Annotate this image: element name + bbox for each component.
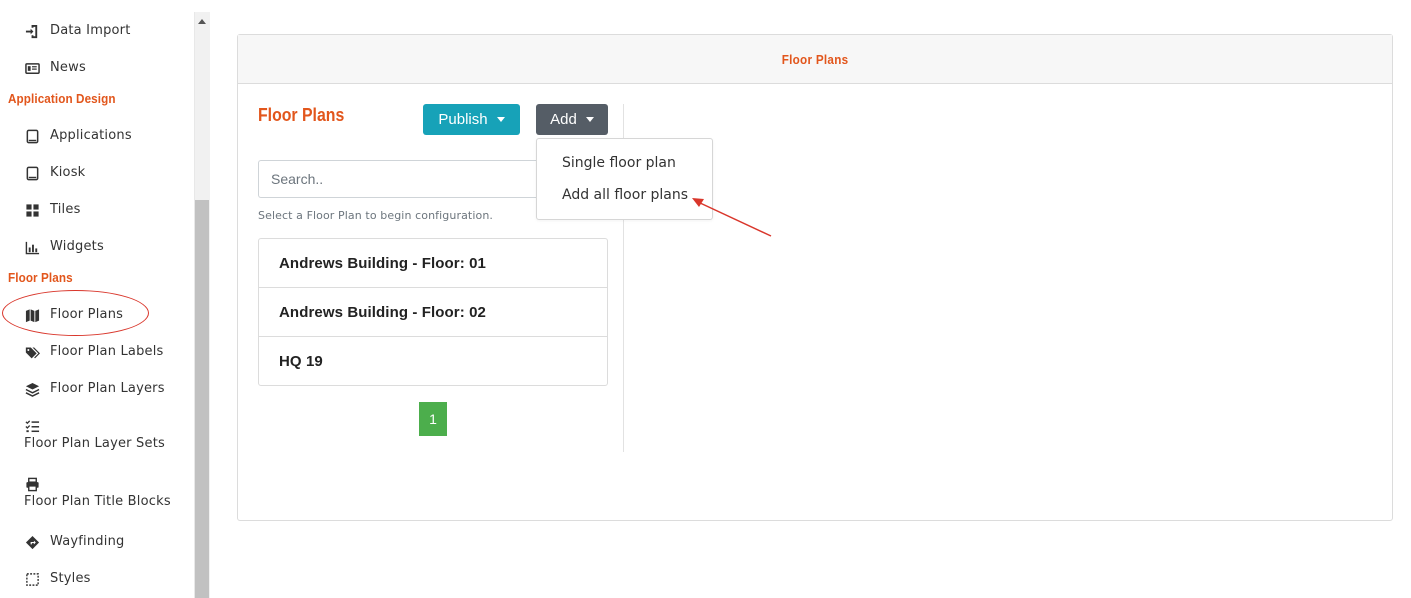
panel-title: Floor Plans (781, 51, 849, 67)
sidebar-item-applications[interactable]: Applications (24, 128, 132, 143)
floor-plan-list: Andrews Building - Floor: 01 Andrews Bui… (258, 238, 608, 386)
sidebar-item-kiosk[interactable]: Kiosk (24, 165, 85, 180)
pagination-page-1[interactable]: 1 (419, 402, 447, 436)
list-check-icon (24, 419, 40, 433)
sidebar-item-news[interactable]: News (24, 60, 86, 75)
publish-button[interactable]: Publish (423, 104, 520, 135)
sidebar-item-widgets[interactable]: Widgets (24, 239, 104, 254)
file-import-icon (24, 24, 40, 38)
caret-down-icon (585, 117, 594, 122)
sidebar: Data Import News Application Design Appl… (0, 0, 194, 598)
selection-hint: Select a Floor Plan to begin configurati… (258, 209, 493, 222)
sidebar-item-styles[interactable]: Styles (24, 571, 91, 586)
add-button-label: Add (550, 111, 577, 128)
grid-icon (24, 203, 40, 217)
sidebar-item-floor-plans[interactable]: Floor Plans (24, 307, 123, 322)
sidebar-item-floor-plan-layers[interactable]: Floor Plan Layers (24, 381, 165, 397)
scroll-up-arrow-icon[interactable] (194, 12, 210, 30)
print-icon (24, 477, 40, 491)
sidebar-item-floor-plan-labels[interactable]: Floor Plan Labels (24, 344, 164, 359)
tablet-icon (24, 129, 40, 143)
section-application-design: Application Design (8, 91, 116, 106)
publish-button-label: Publish (438, 111, 488, 128)
caret-down-icon (496, 117, 505, 122)
panel-header: Floor Plans (238, 35, 1392, 84)
add-button[interactable]: Add (536, 104, 608, 135)
search-input[interactable] (258, 160, 548, 198)
sidebar-item-floor-plan-layer-sets[interactable]: Floor Plan Layer Sets (24, 415, 184, 454)
sidebar-item-wayfinding[interactable]: Wayfinding (24, 534, 124, 549)
section-floor-plans: Floor Plans (8, 270, 73, 285)
scrollbar-thumb[interactable] (195, 200, 209, 598)
floor-plans-heading: Floor Plans (258, 105, 345, 125)
newspaper-icon (24, 61, 40, 75)
bar-chart-icon (24, 240, 40, 254)
directions-icon (24, 535, 40, 549)
menu-item-single-floor-plan[interactable]: Single floor plan (562, 155, 676, 171)
tablet-icon (24, 166, 40, 180)
layers-icon (24, 382, 40, 397)
map-icon (24, 308, 40, 322)
menu-item-add-all-floor-plans[interactable]: Add all floor plans (562, 187, 688, 203)
add-dropdown-menu: Single floor plan Add all floor plans (536, 138, 713, 220)
list-item[interactable]: Andrews Building - Floor: 01 (259, 239, 607, 288)
list-item[interactable]: Andrews Building - Floor: 02 (259, 288, 607, 337)
list-item[interactable]: HQ 19 (259, 337, 607, 385)
square-dashed-icon (24, 572, 40, 586)
sidebar-item-floor-plan-title-blocks[interactable]: Floor Plan Title Blocks (24, 473, 184, 512)
tags-icon (24, 345, 40, 359)
sidebar-item-data-import[interactable]: Data Import (24, 23, 131, 38)
sidebar-item-tiles[interactable]: Tiles (24, 202, 81, 217)
